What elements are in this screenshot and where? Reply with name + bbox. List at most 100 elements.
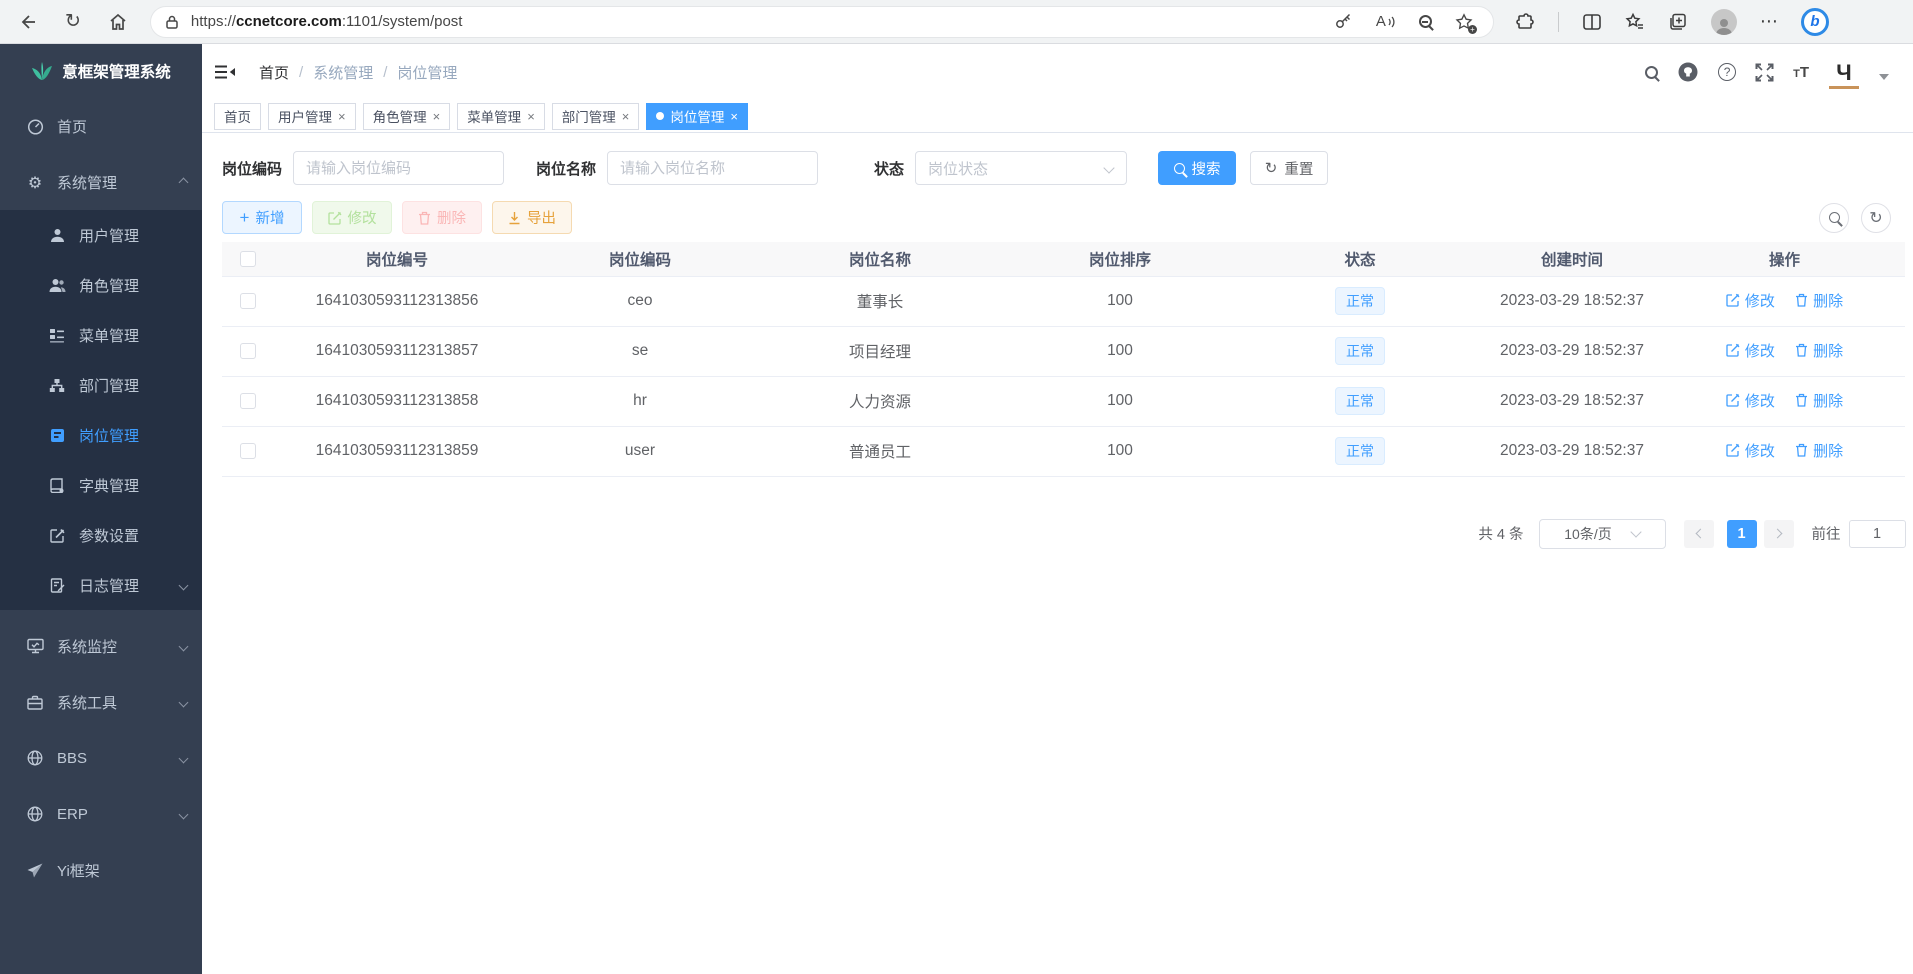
row-delete-link[interactable]: 删除 <box>1795 290 1843 311</box>
address-bar[interactable]: https://ccnetcore.com:1101/system/post A… <box>150 6 1494 38</box>
tab-role-management[interactable]: 角色管理× <box>363 103 451 130</box>
sidebar-item-dictionary[interactable]: 字典管理 <box>0 460 202 510</box>
browser-toolbar: ↻ https://ccnetcore.com:1101/system/post… <box>0 0 1913 44</box>
tab-department-management[interactable]: 部门管理× <box>552 103 640 130</box>
home-icon[interactable] <box>108 12 128 32</box>
system-submenu: 用户管理 角色管理 菜单管理 部门管理 岗位管理 字典管理 参数设置 日志管理 <box>0 210 202 610</box>
sidebar-item-bbs[interactable]: BBS <box>0 730 202 786</box>
export-button[interactable]: 导出 <box>492 201 572 234</box>
sidebar-item-parameters[interactable]: 参数设置 <box>0 510 202 560</box>
user-icon <box>46 228 68 243</box>
font-size-icon[interactable]: TT <box>1793 64 1809 81</box>
breadcrumb-system: 系统管理 <box>313 62 373 83</box>
sidebar-item-home[interactable]: 首页 <box>0 98 202 154</box>
status-select[interactable]: 岗位状态 <box>915 151 1127 185</box>
sidebar-item-roles[interactable]: 角色管理 <box>0 260 202 310</box>
sidebar-item-users[interactable]: 用户管理 <box>0 210 202 260</box>
more-icon[interactable]: ⋯ <box>1760 13 1778 31</box>
sidebar-item-departments[interactable]: 部门管理 <box>0 360 202 410</box>
github-icon[interactable] <box>1677 61 1699 83</box>
page-size-select[interactable]: 10条/页 <box>1539 519 1666 549</box>
row-edit-link[interactable]: 修改 <box>1726 340 1775 361</box>
back-icon[interactable] <box>18 12 38 32</box>
row-edit-link[interactable]: 修改 <box>1726 290 1775 311</box>
close-icon[interactable]: × <box>622 109 630 124</box>
sidebar-fold-icon[interactable] <box>215 63 235 81</box>
extensions-icon[interactable] <box>1515 12 1535 32</box>
row-checkbox[interactable] <box>240 293 256 309</box>
chevron-down-icon <box>179 809 189 819</box>
favorite-star-icon[interactable]: + <box>1455 13 1473 31</box>
sidebar-item-logs[interactable]: 日志管理 <box>0 560 202 610</box>
post-code-input[interactable] <box>293 151 504 185</box>
close-icon[interactable]: × <box>338 109 346 124</box>
close-icon[interactable]: × <box>527 109 535 124</box>
collections-icon[interactable] <box>1625 12 1645 32</box>
row-edit-link[interactable]: 修改 <box>1726 440 1775 461</box>
cell-created-time: 2023-03-29 18:52:37 <box>1480 376 1664 426</box>
chevron-down-icon <box>179 580 189 590</box>
key-icon[interactable] <box>1334 12 1353 31</box>
prev-page-button[interactable] <box>1684 520 1714 548</box>
next-page-button[interactable] <box>1764 520 1794 548</box>
edit-button[interactable]: 修改 <box>312 201 392 234</box>
yi-logo[interactable]: Ч <box>1828 55 1860 89</box>
refresh-icon[interactable]: ↻ <box>65 12 81 31</box>
search-icon[interactable] <box>1645 66 1658 79</box>
sidebar-item-posts[interactable]: 岗位管理 <box>0 410 202 460</box>
read-aloud-icon[interactable]: A <box>1376 13 1396 30</box>
tab-home[interactable]: 首页 <box>214 103 261 130</box>
chevron-down-icon <box>179 641 189 651</box>
table-row: 1641030593112313856 ceo 董事长 100 正常 2023-… <box>222 276 1905 326</box>
help-icon[interactable]: ? <box>1718 63 1736 81</box>
add-button[interactable]: +新增 <box>222 201 302 234</box>
search-button[interactable]: 搜索 <box>1158 151 1236 185</box>
page-number-1[interactable]: 1 <box>1727 520 1757 548</box>
tab-actions-icon[interactable] <box>1668 12 1688 32</box>
sidebar-item-menus[interactable]: 菜单管理 <box>0 310 202 360</box>
row-delete-link[interactable]: 删除 <box>1795 440 1843 461</box>
caret-down-icon[interactable] <box>1879 74 1889 80</box>
fullscreen-icon[interactable] <box>1755 63 1774 82</box>
close-icon[interactable]: × <box>730 109 738 124</box>
row-delete-link[interactable]: 删除 <box>1795 390 1843 411</box>
goto-page-input[interactable] <box>1849 520 1906 548</box>
sidebar-item-yi-framework[interactable]: Yi框架 <box>0 842 202 898</box>
select-all-checkbox[interactable] <box>240 251 256 267</box>
status-label: 状态 <box>874 158 904 179</box>
cell-post-sort: 100 <box>1000 326 1240 376</box>
sidebar-item-system[interactable]: ⚙ 系统管理 <box>0 154 202 210</box>
col-post-code: 岗位编码 <box>520 242 760 276</box>
row-edit-link[interactable]: 修改 <box>1726 390 1775 411</box>
split-screen-icon[interactable] <box>1582 12 1602 32</box>
zoom-out-icon[interactable] <box>1419 15 1432 28</box>
breadcrumb-home[interactable]: 首页 <box>259 62 289 83</box>
cell-post-sort: 100 <box>1000 376 1240 426</box>
refresh-table-button[interactable]: ↻ <box>1861 203 1891 233</box>
post-name-input[interactable] <box>607 151 818 185</box>
col-status: 状态 <box>1240 242 1480 276</box>
row-delete-link[interactable]: 删除 <box>1795 340 1843 361</box>
row-checkbox[interactable] <box>240 443 256 459</box>
sidebar-item-monitor[interactable]: 系统监控 <box>0 618 202 674</box>
close-icon[interactable]: × <box>433 109 441 124</box>
tab-user-management[interactable]: 用户管理× <box>268 103 356 130</box>
breadcrumb-current: 岗位管理 <box>397 62 457 83</box>
org-tree-icon <box>46 378 68 393</box>
url-text[interactable]: https://ccnetcore.com:1101/system/post <box>191 13 1334 30</box>
tab-post-management[interactable]: 岗位管理× <box>646 103 748 130</box>
tab-menu-management[interactable]: 菜单管理× <box>457 103 545 130</box>
table-row: 1641030593112313857 se 项目经理 100 正常 2023-… <box>222 326 1905 376</box>
bing-icon[interactable]: b <box>1801 8 1829 36</box>
sidebar-item-erp[interactable]: ERP <box>0 786 202 842</box>
chevron-right-icon <box>1772 529 1782 539</box>
toggle-search-button[interactable] <box>1819 203 1849 233</box>
sidebar-item-tools[interactable]: 系统工具 <box>0 674 202 730</box>
app-logo[interactable]: 意框架管理系统 <box>0 44 202 98</box>
reset-button[interactable]: ↻重置 <box>1250 151 1328 185</box>
row-checkbox[interactable] <box>240 343 256 359</box>
profile-icon[interactable] <box>1711 9 1737 35</box>
row-checkbox[interactable] <box>240 393 256 409</box>
cell-post-id: 1641030593112313856 <box>274 276 520 326</box>
delete-button[interactable]: 删除 <box>402 201 482 234</box>
